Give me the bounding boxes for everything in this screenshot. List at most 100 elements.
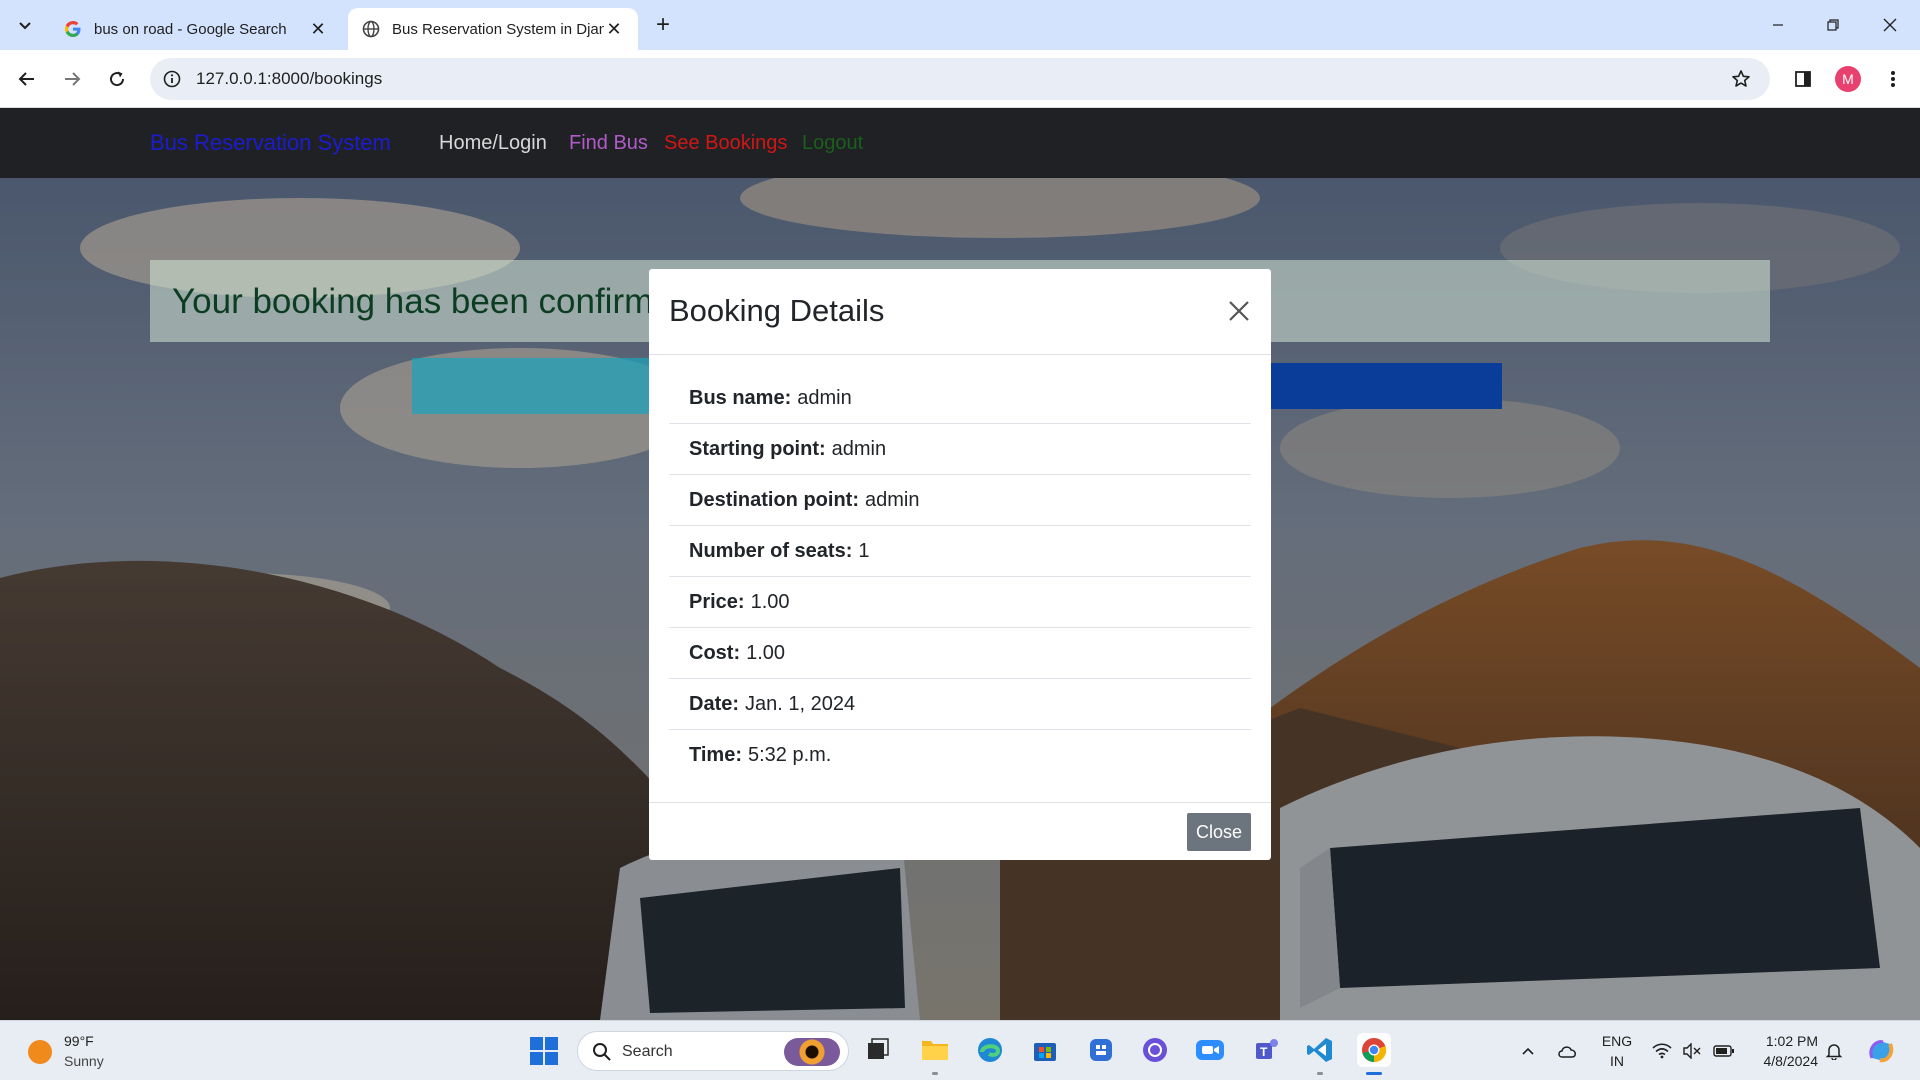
detail-label: Cost: [689, 641, 741, 664]
close-window-button[interactable] [1870, 10, 1910, 40]
detail-label: Starting point: [689, 437, 826, 460]
notification-bell-icon[interactable] [1822, 1039, 1846, 1063]
side-panel-button[interactable] [1788, 64, 1818, 94]
restore-button[interactable] [1813, 10, 1853, 40]
wifi-icon[interactable] [1650, 1039, 1674, 1063]
detail-label: Time: [689, 744, 742, 766]
chevron-down-icon [19, 22, 31, 30]
detail-value: admin [831, 437, 887, 460]
detail-value: Jan. 1, 2024 [745, 692, 856, 715]
browser-menu-button[interactable] [1878, 64, 1908, 94]
task-view-icon[interactable] [860, 1033, 894, 1067]
copilot-icon[interactable] [1866, 1036, 1896, 1066]
chrome-icon[interactable] [1357, 1033, 1391, 1075]
back-button[interactable] [12, 64, 42, 94]
side-panel-icon [1795, 71, 1811, 87]
browser-toolbar: 127.0.0.1:8000/bookings M [0, 50, 1920, 108]
minimize-icon [1773, 24, 1783, 26]
detail-row-price: Price: 1.00 [669, 577, 1251, 628]
detail-row-cost: Cost: 1.00 [669, 628, 1251, 679]
browser-tab-strip: bus on road - Google Search ✕ Bus Reserv… [0, 0, 1920, 50]
search-icon [593, 1043, 611, 1061]
system-clock[interactable]: 1:02 PM 4/8/2024 [1752, 1031, 1819, 1071]
detail-label: Destination point: [689, 488, 859, 511]
url-text: 127.0.0.1:8000/bookings [196, 69, 383, 88]
restore-icon [1827, 19, 1839, 31]
alert-message: Your booking has been confirmed [172, 282, 693, 321]
detail-value: admin [797, 386, 852, 409]
clock-time: 1:02 PM [1765, 1033, 1818, 1049]
more-vert-icon [1891, 71, 1895, 87]
detail-value: admin [864, 488, 920, 511]
microsoft-store-icon[interactable] [1028, 1033, 1062, 1067]
brand-link[interactable]: Bus Reservation System [150, 130, 391, 156]
close-icon[interactable] [1223, 295, 1255, 327]
modal-body: Bus name: admin Starting point: admin Dest… [669, 373, 1251, 781]
detail-row-bus-name: Bus name: admin [669, 373, 1251, 424]
sun-icon[interactable] [28, 1040, 52, 1064]
assistant-app-icon[interactable] [1138, 1033, 1172, 1067]
site-info-icon[interactable] [162, 69, 182, 89]
detail-row-number-of-seats: Number of seats: 1 [669, 526, 1251, 577]
close-icon [1883, 18, 1897, 32]
vs-code-icon[interactable] [1303, 1033, 1337, 1075]
reload-icon [110, 71, 125, 87]
nav-link-logout[interactable]: Logout [802, 132, 863, 155]
language-indicator[interactable]: ENG IN [1600, 1031, 1634, 1071]
tab-title: Bus Reservation System in Django [392, 20, 604, 38]
detail-value: 5:32 p.m. [747, 744, 832, 766]
background-button-blue [1270, 363, 1502, 409]
search-highlight-image [784, 1038, 840, 1066]
close-tab-icon[interactable]: ✕ [604, 19, 624, 39]
zoom-icon[interactable] [1193, 1033, 1227, 1067]
tab-search-button[interactable] [10, 11, 40, 39]
profile-avatar[interactable]: M [1835, 66, 1861, 92]
reload-button[interactable] [102, 64, 132, 94]
file-explorer-icon[interactable] [918, 1033, 952, 1075]
region-code: IN [1610, 1053, 1624, 1069]
taskbar-search-box[interactable]: Search [577, 1031, 849, 1071]
modal-title: Booking Details [669, 293, 885, 328]
chevron-up-icon[interactable] [1516, 1039, 1540, 1063]
edge-icon[interactable] [973, 1033, 1007, 1067]
nav-link-see-bookings[interactable]: See Bookings [664, 132, 787, 155]
detail-row-destination-point: Destination point: admin [669, 475, 1251, 526]
windows-start-icon[interactable] [530, 1037, 558, 1065]
detail-row-time: Time: 5:32 p.m. [669, 730, 1251, 781]
bookmark-star-icon[interactable] [1730, 68, 1752, 90]
tab-bus-reservation[interactable]: Bus Reservation System in Django ✕ [348, 8, 638, 50]
battery-icon[interactable] [1712, 1039, 1736, 1063]
nav-link-find-bus[interactable]: Find Bus [569, 132, 648, 155]
clock-date: 4/8/2024 [1763, 1053, 1819, 1069]
copilot-app-icon[interactable] [1084, 1033, 1118, 1067]
forward-button[interactable] [57, 64, 87, 94]
close-button[interactable]: Close [1187, 813, 1251, 851]
detail-value: 1.00 [750, 590, 790, 613]
nav-link-home-login[interactable]: Home/Login [439, 132, 547, 155]
detail-label: Price: [689, 590, 745, 613]
address-bar[interactable]: 127.0.0.1:8000/bookings [150, 58, 1770, 100]
onedrive-icon[interactable] [1556, 1039, 1580, 1063]
google-icon [64, 20, 82, 38]
detail-row-starting-point: Starting point: admin [669, 424, 1251, 475]
weather-condition[interactable]: Sunny [64, 1053, 104, 1069]
close-tab-icon[interactable]: ✕ [308, 19, 328, 39]
modal-footer: Close [649, 802, 1271, 860]
svg-text:T: T [1260, 1045, 1268, 1059]
arrow-right-icon [65, 72, 81, 86]
teams-icon[interactable]: T [1250, 1033, 1284, 1067]
speaker-muted-icon[interactable] [1680, 1039, 1704, 1063]
windows-taskbar: 99°F Sunny Search T ENG IN 1:02 PM 4/8/2… [0, 1020, 1920, 1080]
detail-label: Date: [689, 692, 740, 715]
weather-temperature[interactable]: 99°F [64, 1033, 94, 1049]
detail-value: 1 [858, 539, 870, 562]
minimize-button[interactable] [1758, 10, 1798, 40]
detail-row-date: Date: Jan. 1, 2024 [669, 679, 1251, 730]
new-tab-button[interactable]: + [650, 11, 676, 38]
modal-header: Booking Details [649, 269, 1271, 355]
tab-title: bus on road - Google Search [94, 20, 287, 38]
tab-google-search[interactable]: bus on road - Google Search ✕ [50, 8, 342, 50]
background-button-teal [412, 358, 652, 414]
arrow-left-icon [18, 72, 34, 86]
globe-icon [362, 20, 380, 38]
